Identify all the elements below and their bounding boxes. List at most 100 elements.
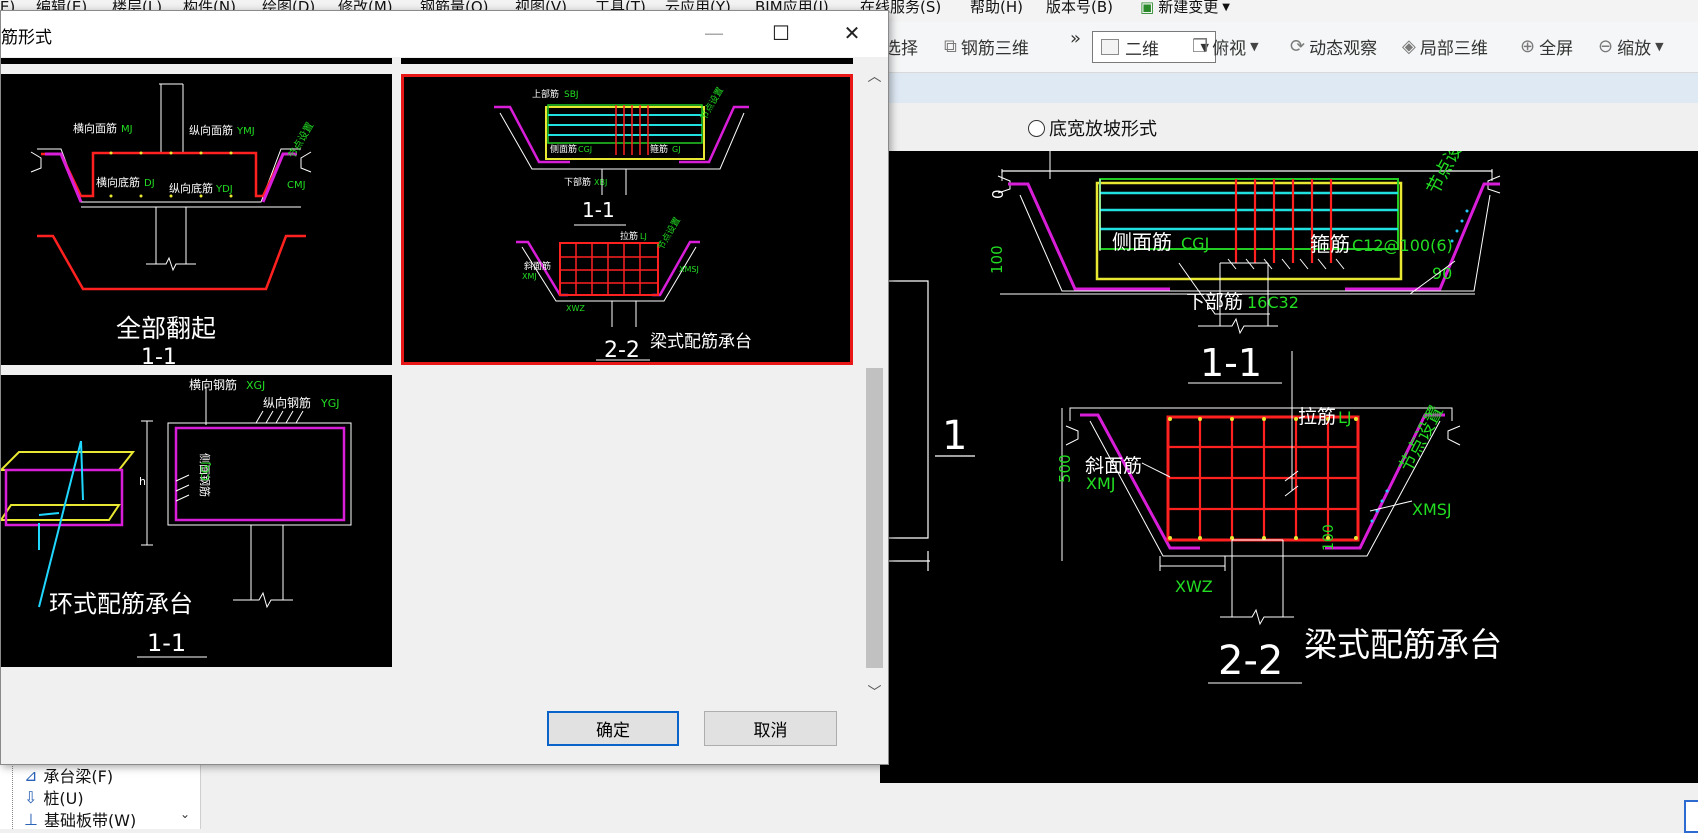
menu-help[interactable]: 帮助(H): [970, 0, 1023, 15]
prev-row-strip: [401, 58, 853, 64]
top-rebar-code: SBJ: [564, 90, 579, 100]
tree-item-label: 基础板带(W): [43, 811, 137, 830]
maximize-icon: ☐: [772, 21, 790, 45]
longitudinal-rebar-label: 纵向钢筋: [263, 395, 311, 410]
maximize-button[interactable]: ☐: [758, 11, 804, 55]
cap-beam-icon: ⊿: [24, 765, 38, 785]
dialog-title: 筋形式: [1, 28, 52, 48]
node-setting-label: 节点设置: [698, 85, 726, 122]
option-beam-type-cap[interactable]: 上部筋 SBJ 侧面筋 CGJ 箍筋 GJ 下部筋 XBJ 节点设置 1-1 拉…: [401, 74, 853, 365]
pile-icon: ⇩: [24, 787, 38, 807]
stirrup-label: 箍筋: [1310, 232, 1350, 256]
tree-item-foundation-strip[interactable]: ⊥ 基础板带(W): [24, 807, 136, 831]
stirrup-label: 箍筋: [650, 143, 668, 155]
horizontal-top-rebar-label: 横向面筋: [73, 121, 117, 135]
option-ring-type-caption: 环式配筋承台: [49, 590, 193, 618]
node-setting-label-2: 节点设置: [655, 215, 683, 252]
xwz-label: XWZ: [1175, 577, 1213, 596]
all-bent-up-drawing: 横向面筋 MJ 纵向面筋 YMJ 横向底筋 DJ 纵向底筋 YDJ CMJ 节点…: [30, 83, 316, 365]
tree-connector: [12, 763, 13, 829]
tie-rebar-label: 拉筋: [620, 230, 638, 242]
option-ring-type-cap[interactable]: h 横向钢筋 XGJ 纵向钢筋 YGJ 侧面钢筋 CGJ 环式配筋承台 1-1: [1, 375, 392, 667]
zoom-fit-icon: ⊕: [1520, 36, 1536, 57]
ring-type-cap-drawing: h 横向钢筋 XGJ 纵向钢筋 YGJ 侧面钢筋 CGJ 环式配筋承台 1-1: [1, 377, 352, 658]
preview-canvas: 1 0 100 侧面筋 CGJ 箍筋 C12@100(6) 90 节点设置 下部…: [880, 125, 1698, 783]
tree-item-cap-beam[interactable]: ⊿ 承台梁(F): [24, 763, 113, 787]
tree-item-label: 桩(U): [43, 789, 84, 808]
section-1-1-drawing: 0 100 侧面筋 CGJ 箍筋 C12@100(6) 90 节点设置 下部筋 …: [988, 125, 1501, 385]
horizontal-bottom-rebar-label: 横向底筋: [96, 175, 140, 189]
bottom-area: [210, 783, 1698, 829]
scroll-up-icon[interactable]: ︿: [863, 66, 886, 86]
fullscreen-label: 全屏: [1539, 39, 1574, 59]
section-2-2-drawing: 拉筋 LJ 节点设置 XMSJ 斜面筋 XMJ 500 XWZ 100 2-2 …: [1056, 351, 1502, 684]
local-3d-icon: ◈: [1402, 36, 1416, 57]
node-setting-label: 节点设置: [1423, 151, 1475, 198]
select-button[interactable]: 选择: [884, 34, 918, 59]
top-view-label: 俯视: [1212, 39, 1247, 59]
tree-item-pile[interactable]: ⇩ 桩(U): [24, 785, 84, 809]
horizontal-rebar-label: 横向钢筋: [189, 377, 237, 392]
minimize-icon: —: [704, 21, 724, 45]
longitudinal-rebar-code: YGJ: [320, 397, 340, 410]
option-all-bent-up[interactable]: 横向面筋 MJ 纵向面筋 YMJ 横向底筋 DJ 纵向底筋 YDJ CMJ 节点…: [1, 74, 392, 365]
option-beam-type-section: 2-2: [604, 338, 640, 362]
prev-row-strip: [1, 58, 392, 64]
scroll-down-icon[interactable]: ﹀: [863, 682, 886, 702]
dim-100-label: 100: [988, 245, 1006, 274]
strip-icon: ⊥: [24, 809, 38, 829]
zoom-label: 缩放: [1617, 39, 1652, 59]
2d-icon: [1101, 39, 1119, 55]
bottom-rebar-label: 下部筋: [1186, 291, 1243, 313]
axis-label-1: 1: [942, 413, 967, 459]
node-setting-label: 节点设置: [286, 120, 316, 161]
option-beam-type-section-top: 1-1: [582, 198, 615, 222]
bottom-slope-radio[interactable]: 底宽放坡形式: [1028, 115, 1157, 141]
side-rebar-code: CGJ: [578, 145, 592, 154]
local-3d-button[interactable]: ◈ 局部三维: [1402, 34, 1488, 59]
rebar-3d-button[interactable]: ⧉ 钢筋三维: [944, 34, 1029, 59]
tie-rebar-label: 拉筋: [1298, 406, 1336, 428]
close-button[interactable]: ✕: [829, 11, 875, 55]
top-view-button[interactable]: ❒ 俯视 ▼: [1192, 34, 1259, 59]
tie-rebar-code: LJ: [1338, 408, 1352, 427]
radio-circle-icon: [1028, 119, 1045, 137]
dynamic-view-button[interactable]: ⟳ 动态观察: [1290, 34, 1377, 59]
dynamic-view-label: 动态观察: [1309, 39, 1378, 59]
rebar-form-dialog: 筋形式 — ☐ ✕ 横向面筋 MJ 纵向面筋 YMJ 横向底筋 DJ 纵向底筋 …: [0, 10, 889, 765]
scroll-thumb[interactable]: [866, 368, 883, 668]
preview-drawing: 1 0 100 侧面筋 CGJ 箍筋 C12@100(6) 90 节点设置 下部…: [880, 125, 1502, 684]
slope-rebar-label: 斜面筋: [524, 260, 551, 272]
dim-0-label: 0: [989, 189, 1007, 199]
ok-button[interactable]: 确定: [547, 711, 679, 746]
height-label: h: [139, 475, 146, 488]
chevron-down-icon: ▼: [1250, 40, 1259, 53]
minimize-button[interactable]: —: [691, 11, 737, 55]
bottom-rebar-value: 16C32: [1247, 293, 1299, 312]
dialog-scrollbar[interactable]: ︿ ﹀: [863, 58, 886, 706]
zoom-button[interactable]: ⊖ 缩放 ▼: [1598, 34, 1664, 59]
node-setting-label-2: 节点设置: [1395, 402, 1447, 475]
side-rebar-code: CGJ: [1181, 234, 1209, 253]
menu-version[interactable]: 版本号(B): [1046, 0, 1113, 15]
options-strip: [880, 104, 1698, 151]
horizontal-bottom-rebar-code: DJ: [144, 178, 155, 189]
beam-type-cap-drawing: 上部筋 SBJ 侧面筋 CGJ 箍筋 GJ 下部筋 XBJ 节点设置 1-1 拉…: [494, 85, 752, 362]
longitudinal-bottom-rebar-label: 纵向底筋: [169, 181, 213, 195]
dim-100-label-2: 100: [1321, 524, 1337, 551]
dialog-titlebar[interactable]: 筋形式 — ☐ ✕: [1, 11, 888, 57]
longitudinal-top-rebar-label: 纵向面筋: [189, 123, 233, 137]
more-button[interactable]: »: [1070, 28, 1081, 49]
menu-new-change[interactable]: ▣ 新建变更 ▼: [1140, 0, 1230, 15]
top-rebar-label: 上部筋: [532, 88, 559, 100]
option-beam-type-caption: 梁式配筋承台: [650, 332, 752, 352]
fullscreen-button[interactable]: ⊕ 全屏: [1520, 34, 1573, 59]
cancel-button[interactable]: 取消: [704, 711, 837, 746]
stirrup-value: C12@100(6): [1352, 236, 1453, 255]
corner-widget[interactable]: [1684, 800, 1698, 833]
side-rebar-label: 侧面筋: [1112, 230, 1172, 254]
xmsj-code: XMSJ: [679, 265, 699, 274]
chevron-down-icon[interactable]: ⌄: [180, 807, 190, 821]
xwz-code: XWZ: [566, 304, 585, 313]
horizontal-top-rebar-code: MJ: [121, 124, 133, 135]
